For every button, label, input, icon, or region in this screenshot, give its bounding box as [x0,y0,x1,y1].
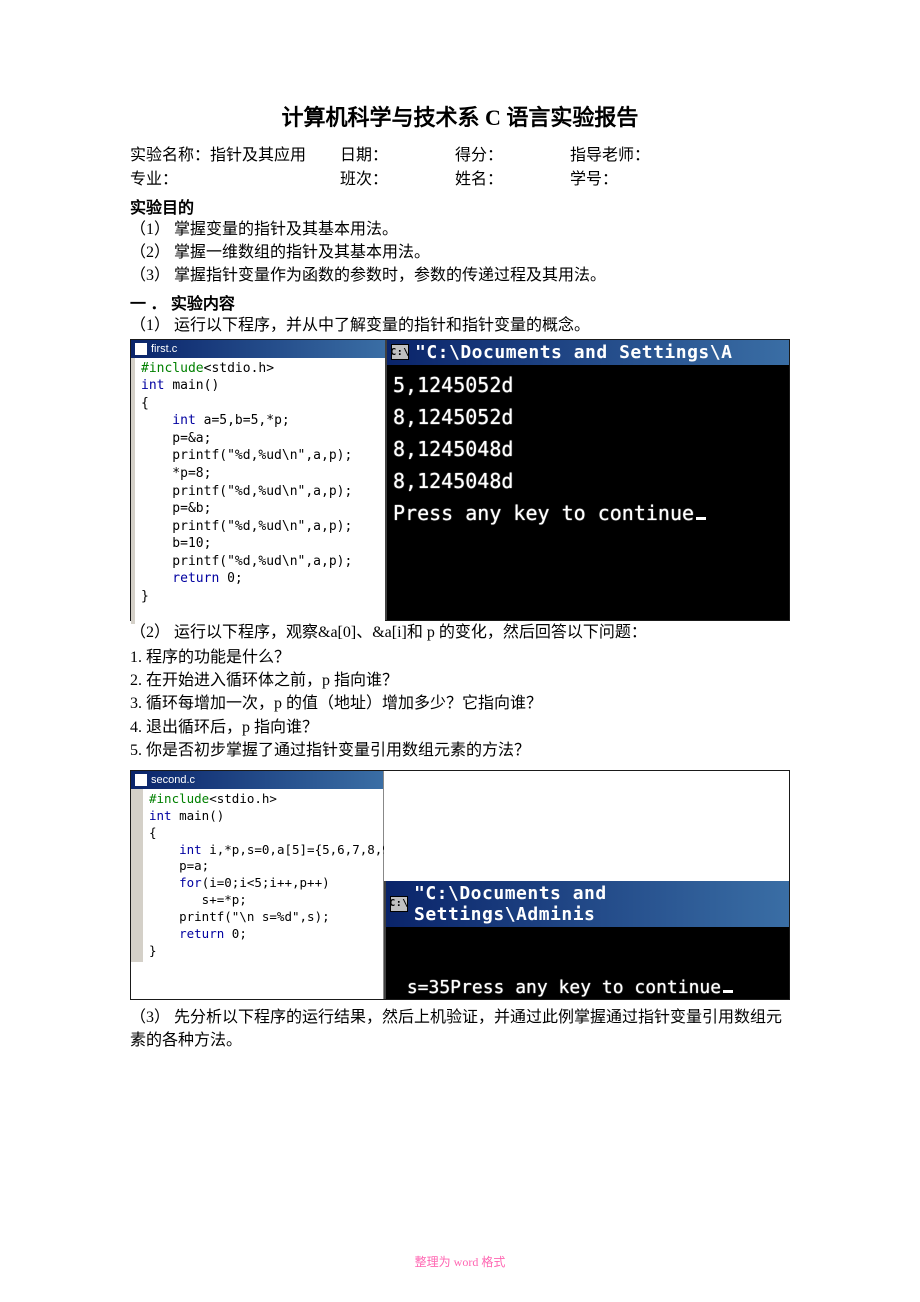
code-token: } [149,943,157,958]
ide-filename-1: first.c [151,343,177,355]
code-token: for [149,875,202,890]
code-token: <stdio.h> [209,791,277,806]
question-1: 1. 程序的功能是什么？ [130,646,790,669]
code-token: int [141,378,172,393]
section-purpose-heading: 实验目的 [130,194,790,218]
code-token: return [149,926,232,941]
code-token: p=&b; [141,501,211,516]
code-token: int [149,842,209,857]
class-label: 班次： [340,168,455,192]
code-token: <stdio.h> [204,361,274,376]
code-token: a=5,b=5,*p; [204,413,290,428]
code-token: return [141,571,227,586]
code-token: s+=*p; [149,892,247,907]
code-token: int [141,413,204,428]
question-2: 2. 在开始进入循环体之前，p 指向谁？ [130,669,790,692]
ide-titlebar-1: first.c [131,340,385,358]
file-icon [135,343,147,355]
info-row-1: 实验名称： 指针及其应用 日期： 得分： 指导老师： [130,144,790,168]
console-title-text-1: "C:\Documents and Settings\A [415,342,732,363]
code-token: 0; [232,926,247,941]
sid-label: 学号： [570,168,618,192]
code-block-2: #include<stdio.h> int main() { int i,*p,… [131,789,383,962]
console-line: s=35Press any key to continue [396,977,721,998]
code-token: p=&a; [141,431,211,446]
console-line: Press any key to continue [393,501,694,525]
cursor-icon [723,990,733,993]
page-title: 计算机科学与技术系 C 语言实验报告 [130,100,790,132]
code-token: main() [172,378,219,393]
code-token: } [141,589,149,604]
major-label: 专业： [130,168,340,192]
score-label: 得分： [455,144,570,168]
question-4: 4. 退出循环后，p 指向谁？ [130,716,790,739]
cursor-icon [696,517,706,520]
code-token: printf("%d,%ud\n",a,p); [141,448,352,463]
code-token: main() [179,808,224,823]
console-output-1: 5,1245052d 8,1245052d 8,1245048d 8,12450… [387,365,789,620]
question-5: 5. 你是否初步掌握了通过指针变量引用数组元素的方法？ [130,739,790,762]
code-token: int [149,808,179,823]
code-token: printf("%d,%ud\n",a,p); [141,484,352,499]
figure-1: first.c #include<stdio.h> int main() { i… [130,339,790,621]
exp-name-label: 实验名称： [130,144,210,168]
code-token: p=a; [149,858,209,873]
page-footer: 整理为 word 格式 [0,1253,920,1270]
code-token: printf("\n s=%d",s); [149,909,330,924]
code-token: 0; [227,571,243,586]
console-line: 8,1245052d [393,405,513,429]
console-line: 8,1245048d [393,437,513,461]
question-3: 3. 循环每增加一次，p 的值（地址）增加多少？它指向谁？ [130,692,790,715]
ide-titlebar-2: second.c [131,771,383,789]
teacher-label: 指导老师： [570,144,650,168]
content-item-1: （1） 运行以下程序，并从中了解变量的指针和指针变量的概念。 [130,314,790,337]
console-title-text-2: "C:\Documents and Settings\Adminis [414,883,785,925]
ide-filename-2: second.c [151,774,195,786]
console-2: C:\ "C:\Documents and Settings\Adminis s… [384,881,789,999]
exp-name-value: 指针及其应用 [210,144,340,168]
purpose-item-2: （2） 掌握一维数组的指针及其基本用法。 [130,241,790,264]
code-token: *p=8; [141,466,211,481]
figure-2: second.c #include<stdio.h> int main() { … [130,770,790,1000]
console-titlebar-1: C:\ "C:\Documents and Settings\A [387,340,789,365]
console-line: 8,1245048d [393,469,513,493]
blank-area [384,771,789,881]
code-token: #include [149,791,209,806]
content-item-3: （3） 先分析以下程序的运行结果，然后上机验证，并通过此例掌握通过指针变量引用数… [130,1006,790,1052]
date-label: 日期： [340,144,455,168]
console-line: 5,1245052d [393,373,513,397]
content-item-2: （2） 运行以下程序，观察&a[0]、&a[i]和 p 的变化，然后回答以下问题… [130,621,790,644]
sname-label: 姓名： [455,168,570,192]
code-token: (i=0;i<5;i++,p++) [202,875,330,890]
code-token: b=10; [141,536,211,551]
file-icon [135,774,147,786]
code-token: printf("%d,%ud\n",a,p); [141,519,352,534]
code-token: { [149,825,157,840]
info-row-2: 专业： 班次： 姓名： 学号： [130,168,790,192]
console-titlebar-2: C:\ "C:\Documents and Settings\Adminis [386,881,789,927]
section-content-heading: 一 ． 实验内容 [130,290,790,314]
cmd-icon: C:\ [391,344,409,360]
code-token: #include [141,361,204,376]
purpose-item-3: （3） 掌握指针变量作为函数的参数时，参数的传递过程及其用法。 [130,264,790,287]
purpose-item-1: （1） 掌握变量的指针及其基本用法。 [130,218,790,241]
cmd-icon: C:\ [390,896,408,912]
code-block-1: #include<stdio.h> int main() { int a=5,b… [131,358,385,624]
code-token: printf("%d,%ud\n",a,p); [141,554,352,569]
console-1: C:\ "C:\Documents and Settings\A 5,12450… [385,340,789,620]
code-token: i,*p,s=0,a[5]={5,6,7,8,9}; [209,842,405,857]
code-token: { [141,396,149,411]
console-output-2: s=35Press any key to continue [386,927,789,1013]
